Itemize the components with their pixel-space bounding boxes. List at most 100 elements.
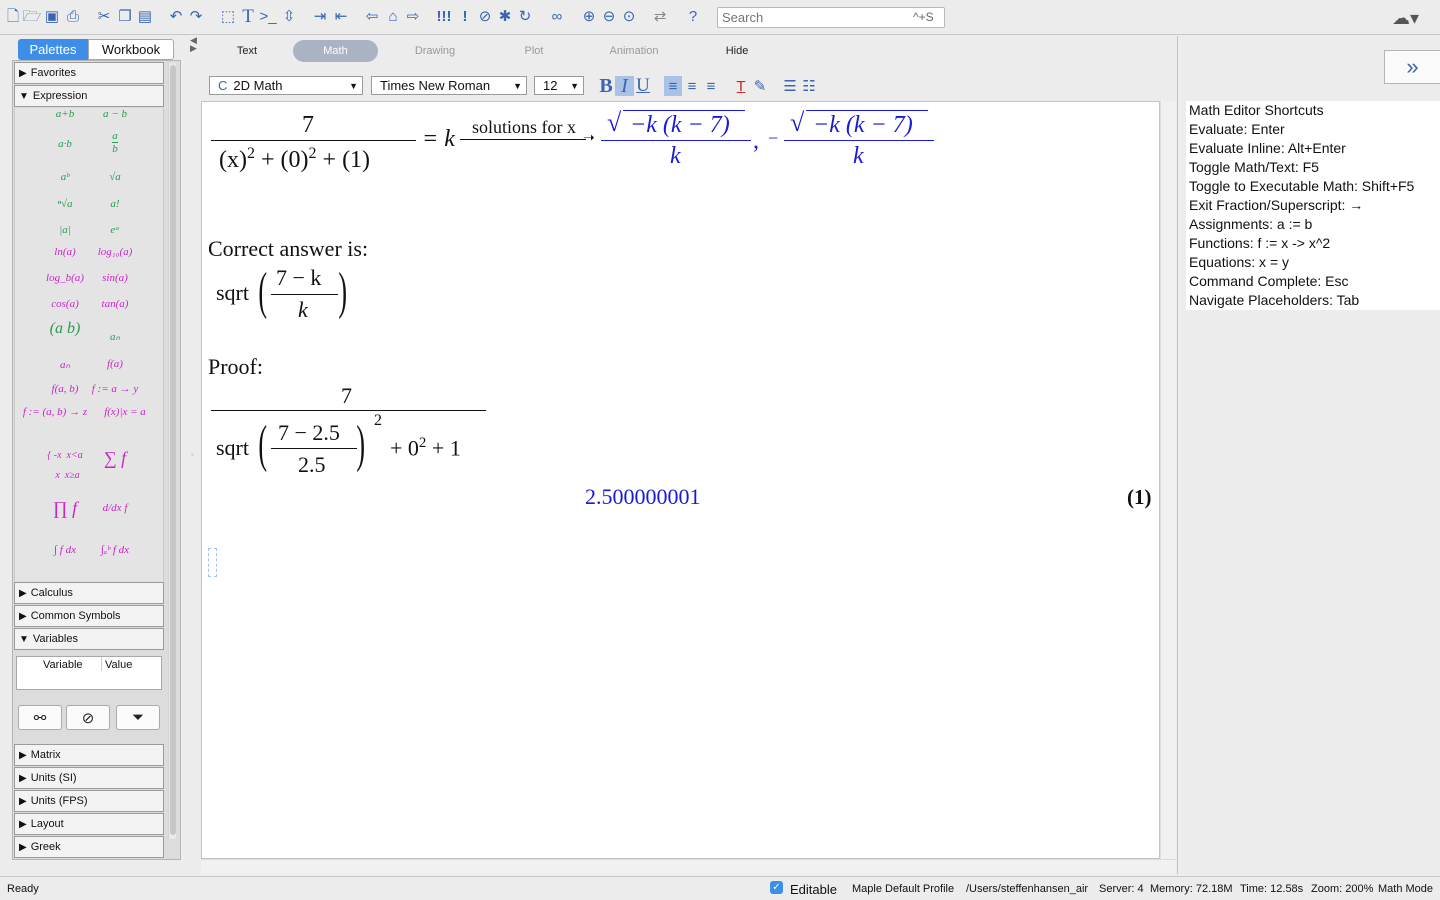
toggle-input-icon[interactable]: ⇄ <box>651 8 669 26</box>
palette-item[interactable]: ∑ f <box>80 448 150 469</box>
left-paren: ( <box>258 416 267 473</box>
palette-header-layout[interactable]: ▶ Layout <box>14 813 164 835</box>
palette-item[interactable]: aₙ <box>80 330 150 343</box>
palette-item[interactable]: log₁₀(a) <box>80 246 150 258</box>
input-cursor-region[interactable] <box>208 548 217 577</box>
show-variables-glasses-icon[interactable]: ⚯ <box>18 705 62 730</box>
palette-scrollbar[interactable] <box>168 63 176 839</box>
palette-fraction-item[interactable]: ab <box>80 130 150 155</box>
palette-item[interactable]: a! <box>80 198 150 210</box>
palette-item[interactable]: tan(a) <box>80 298 150 310</box>
palette-header-greek[interactable]: ▶ Greek <box>14 836 164 858</box>
palette-item[interactable]: f(a) <box>80 358 150 370</box>
column-header-variable[interactable]: Variable <box>43 659 83 671</box>
new-document-icon[interactable]: 🗋 <box>4 8 22 26</box>
palette-item[interactable]: f := a → y <box>80 383 150 395</box>
link-icon[interactable]: ∞ <box>548 8 566 26</box>
debug-icon[interactable]: ✱ <box>496 8 514 26</box>
tab-workbook[interactable]: Workbook <box>88 39 174 60</box>
hide-variables-eye-icon[interactable]: ⊘ <box>66 705 110 730</box>
back-icon[interactable]: ⇦ <box>363 8 381 26</box>
palette-header-matrix[interactable]: ▶ Matrix <box>14 744 164 766</box>
font-dropdown[interactable]: Times New Roman ▼ <box>371 76 527 95</box>
math-editor-shortcuts: Math Editor Shortcuts Evaluate: Enter Ev… <box>1186 101 1440 310</box>
prompt-icon[interactable]: >_ <box>259 8 277 26</box>
tab-math[interactable]: Math <box>293 40 378 62</box>
tab-text[interactable]: Text <box>208 40 286 62</box>
save-icon[interactable]: ▣ <box>43 8 61 26</box>
indent-icon[interactable]: ⇥ <box>311 8 329 26</box>
outdent-icon[interactable]: ⇤ <box>332 8 350 26</box>
palette-header-favorites[interactable]: ▶ Favorites <box>14 62 164 84</box>
palette-item[interactable]: sin(a) <box>80 272 150 284</box>
column-header-value[interactable]: Value <box>105 659 132 671</box>
palette-header-common-symbols[interactable]: ▶ Common Symbols <box>14 605 164 627</box>
redo-icon[interactable]: ↷ <box>187 8 205 26</box>
forward-icon[interactable]: ⇨ <box>404 8 422 26</box>
help-icon[interactable]: ? <box>684 8 702 26</box>
print-icon[interactable]: ⎙ <box>64 8 82 26</box>
tab-animation[interactable]: Animation <box>593 40 675 62</box>
palette-item[interactable]: ∫ₐᵇ f dx <box>80 544 150 556</box>
collapse-panel-chevron-icon[interactable]: » <box>1384 50 1440 84</box>
search-input[interactable] <box>717 7 945 28</box>
palette-header-variables[interactable]: ▼ Variables <box>14 628 164 650</box>
tab-drawing[interactable]: Drawing <box>395 40 475 62</box>
paste-icon[interactable]: ▤ <box>136 8 154 26</box>
cloud-icon[interactable]: ☁▾ <box>1392 8 1419 29</box>
filter-variables-icon[interactable]: ⏷ <box>116 705 160 730</box>
splitter-handle-icon[interactable]: ◦ <box>191 450 194 459</box>
cut-icon[interactable]: ✂ <box>95 8 113 26</box>
palette-item[interactable]: eᵃ <box>80 224 150 236</box>
palette-item[interactable]: √a <box>80 171 150 183</box>
zoom-out-icon[interactable]: ⊖ <box>600 8 618 26</box>
collapsed-triangle-icon: ▶ <box>19 610 27 622</box>
eq1-denominator: (x)2 + (0)2 + (1) <box>219 145 371 173</box>
editable-checkbox[interactable]: ✓ <box>770 881 783 894</box>
execute-icon[interactable]: ! <box>456 8 474 26</box>
style-dropdown[interactable]: C 2D Math ▼ <box>209 76 363 95</box>
insert-separator-icon[interactable]: ⇳ <box>280 8 298 26</box>
select-region-icon[interactable]: ⬚ <box>219 8 237 26</box>
zoom-in-icon[interactable]: ⊕ <box>580 8 598 26</box>
align-right-icon[interactable]: ≡ <box>702 76 720 96</box>
document-vertical-scrollbar[interactable] <box>1160 101 1176 859</box>
palette-header-units-si[interactable]: ▶ Units (SI) <box>14 767 164 789</box>
expression-palette: a+b a − b a·b ab aᵇ √a ⁿ√a a! |a| eᵃ ln(… <box>14 108 164 581</box>
document-horizontal-scrollbar[interactable] <box>201 859 1176 874</box>
worksheet-document[interactable]: 7 (x)2 + (0)2 + (1) = k solutions for x … <box>201 101 1160 859</box>
palette-item[interactable]: f := (a, b) → z <box>15 406 95 418</box>
text-color-icon[interactable]: T̲ <box>732 76 750 96</box>
bullet-list-icon[interactable]: ☰ <box>781 76 799 96</box>
font-size-dropdown[interactable]: 12 ▼ <box>534 76 584 95</box>
align-left-icon[interactable]: ≡ <box>664 76 682 96</box>
palette-scroll-thumb[interactable] <box>170 65 176 835</box>
align-center-icon[interactable]: ≡ <box>683 76 701 96</box>
palette-item[interactable]: f(x)|x = a <box>85 406 165 418</box>
underline-icon[interactable]: U <box>634 75 652 96</box>
open-folder-icon[interactable]: 🗁 <box>23 8 42 26</box>
bold-icon[interactable]: B <box>597 75 615 97</box>
copy-icon[interactable]: ❐ <box>116 8 134 26</box>
palette-header-units-fps[interactable]: ▶ Units (FPS) <box>14 790 164 812</box>
execute-all-icon[interactable]: !!! <box>435 8 453 26</box>
stop-icon[interactable]: ⊘ <box>476 8 494 26</box>
zoom-reset-icon[interactable]: ⊙ <box>620 8 638 26</box>
palette-header-calculus[interactable]: ▶ Calculus <box>14 582 164 604</box>
italic-icon[interactable]: I <box>615 75 634 97</box>
undo-icon[interactable]: ↶ <box>167 8 185 26</box>
restart-icon[interactable]: ↻ <box>516 8 534 26</box>
numbered-list-icon[interactable]: ☷ <box>800 76 818 96</box>
collapsed-triangle-icon: ▶ <box>19 818 27 830</box>
tab-hide[interactable]: Hide <box>698 40 776 62</box>
tab-palettes[interactable]: Palettes <box>18 39 88 60</box>
tab-plot[interactable]: Plot <box>495 40 573 62</box>
palette-item[interactable]: a − b <box>80 108 150 120</box>
highlight-color-icon[interactable]: ✎ <box>751 76 769 96</box>
palette-header-expression[interactable]: ▼ Expression <box>14 85 164 107</box>
palette-item[interactable]: d/dx f <box>80 502 150 514</box>
panel-collapse-right-icon[interactable]: ▶ <box>190 43 197 54</box>
proof-inner-denominator: 2.5 <box>298 452 326 477</box>
home-icon[interactable]: ⌂ <box>384 8 402 26</box>
text-mode-icon[interactable]: T <box>239 7 257 26</box>
